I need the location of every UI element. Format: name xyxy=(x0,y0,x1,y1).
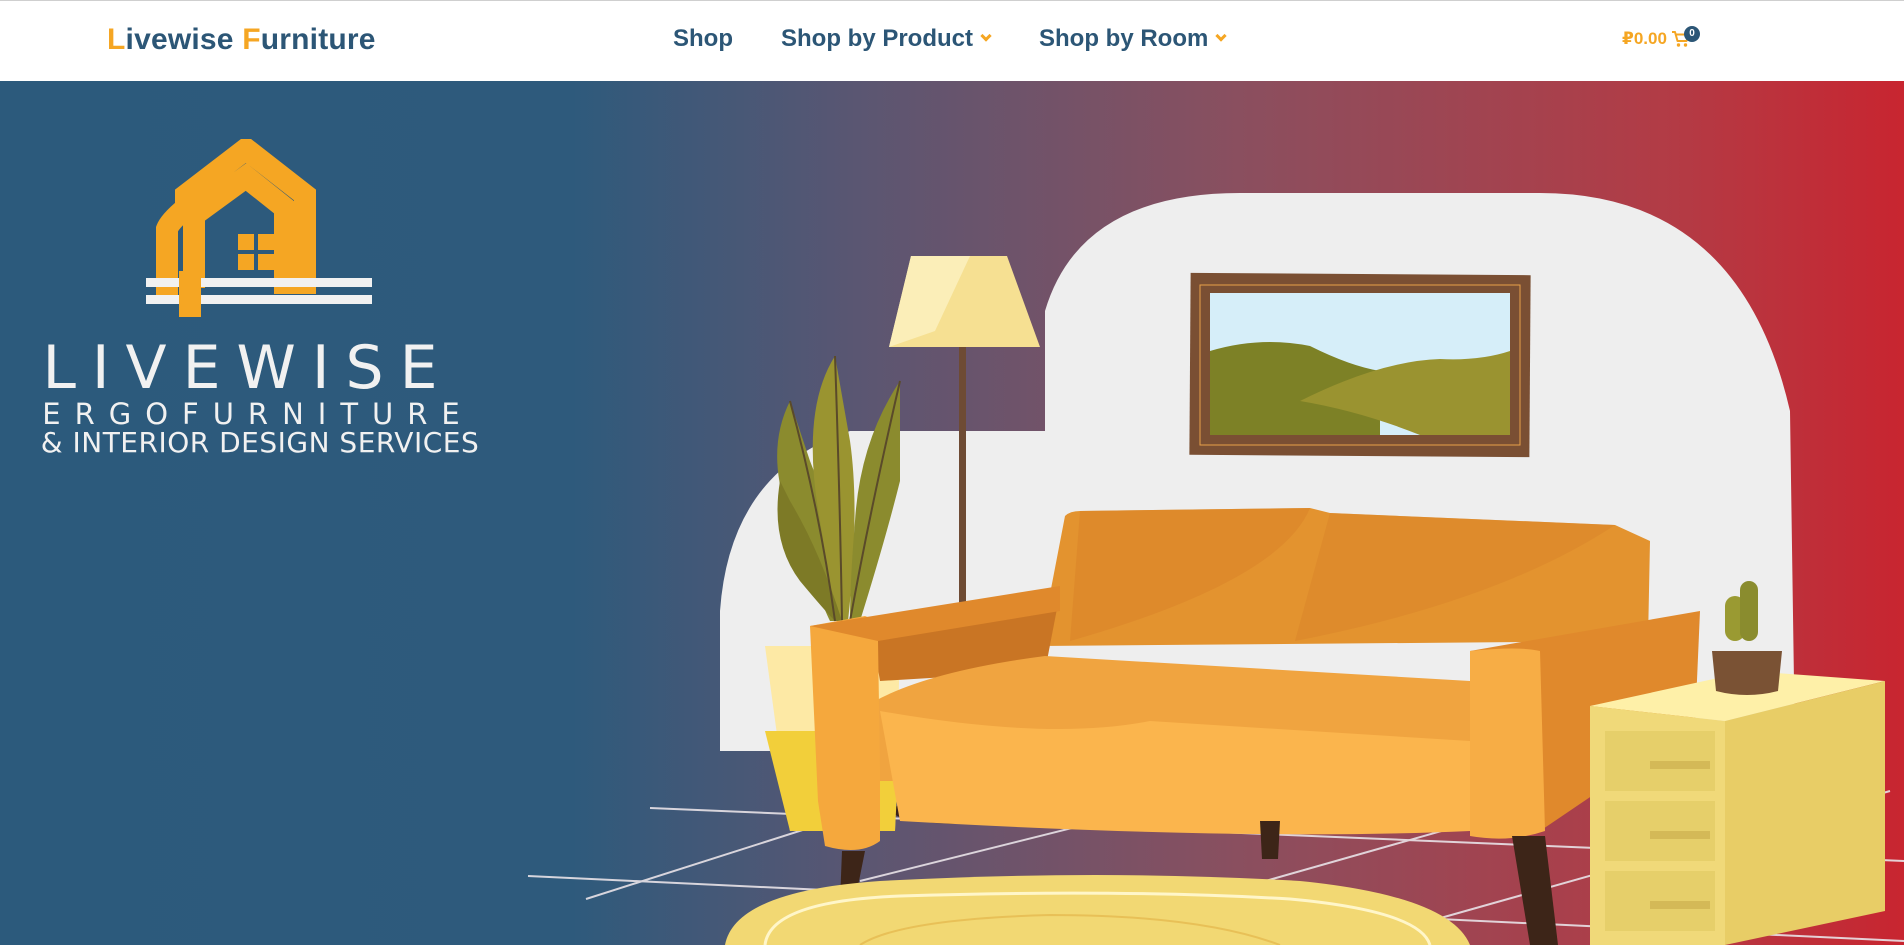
cart-count-badge: 0 xyxy=(1684,26,1700,42)
nav-shop-by-product[interactable]: Shop by Product xyxy=(781,25,992,53)
hero-logo-tagline: & INTERIOR DESIGN SERVICES xyxy=(40,426,480,459)
nav-shop-by-product-label: Shop by Product xyxy=(781,25,973,52)
wall-picture xyxy=(1189,272,1531,458)
chevron-down-icon xyxy=(1215,30,1227,42)
nav-shop-by-room[interactable]: Shop by Room xyxy=(1039,25,1227,53)
brand-letter-f: F xyxy=(242,23,261,56)
cart-amount: ₽0.00 xyxy=(1622,29,1667,48)
hero-banner: LIVEWISE ERGOFURNITURE & INTERIOR DESIGN… xyxy=(0,81,1904,945)
brand-word-2: urniture xyxy=(260,23,376,56)
cart-button[interactable]: ₽0.00 xyxy=(1622,29,1691,49)
hero-logo-title: LIVEWISE xyxy=(42,333,454,403)
brand-word-1: ivewise xyxy=(125,23,243,56)
house-logo-icon xyxy=(146,139,372,317)
brand-letter-l: L xyxy=(107,23,126,56)
chevron-down-icon xyxy=(980,30,992,42)
site-header: Livewise Furniture Shop Shop by Product … xyxy=(0,0,1904,81)
nav-shop-by-room-label: Shop by Room xyxy=(1039,25,1209,52)
site-logo-text[interactable]: Livewise Furniture xyxy=(107,23,376,57)
nav-shop-label: Shop xyxy=(673,25,733,52)
nav-shop[interactable]: Shop xyxy=(673,25,733,53)
